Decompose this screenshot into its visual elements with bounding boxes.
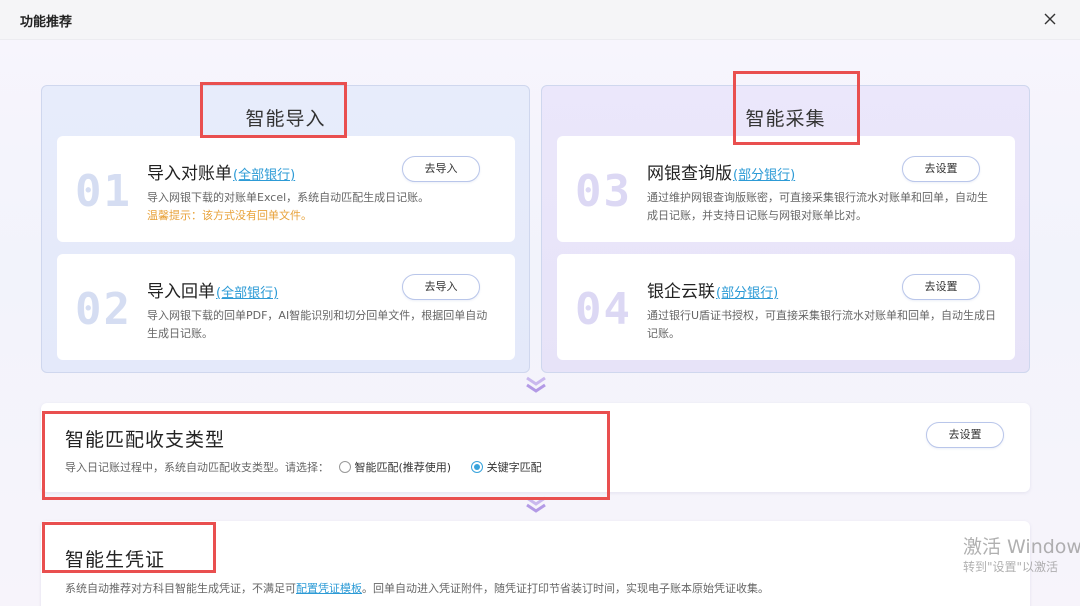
card-title-text: 导入回单 bbox=[147, 282, 215, 302]
smart-collect-title: 智能采集 bbox=[745, 108, 826, 130]
card-desc: 通过银行U盾证书授权，可直接采集银行流水对账单和回单，自动生成日记账。 bbox=[647, 309, 997, 340]
smart-import-group: 智能导入 01 导入对账单(全部银行) 导入网银下载的对账单Excel，系统自动… bbox=[41, 85, 530, 373]
card-title: 导入对账单(全部银行) bbox=[147, 159, 295, 184]
smart-voucher-title: 智能生凭证 bbox=[65, 549, 166, 571]
dialog-titlebar: 功能推荐 bbox=[0, 0, 1080, 40]
all-banks-link[interactable]: (全部银行) bbox=[216, 286, 278, 301]
card-warning: 温馨提示：该方式没有回单文件。 bbox=[147, 209, 312, 222]
smart-voucher-desc: 系统自动推荐对方科目智能生成凭证，不满足可配置凭证模板。回单自动进入凭证附件，随… bbox=[65, 580, 769, 596]
card-number: 03 bbox=[575, 166, 632, 217]
smart-import-title: 智能导入 bbox=[245, 108, 326, 130]
smart-match-panel: 智能匹配收支类型 导入日记账过程中，系统自动匹配收支类型。请选择： 智能匹配(推… bbox=[41, 403, 1030, 492]
smart-match-radio[interactable] bbox=[338, 461, 351, 473]
partial-banks-link[interactable]: (部分银行) bbox=[733, 168, 795, 183]
card-title: 网银查询版(部分银行) bbox=[647, 159, 795, 184]
card-title-text: 导入对账单 bbox=[147, 164, 232, 184]
smart-collect-group: 智能采集 03 网银查询版(部分银行) 通过维护网银查询版账密，可直接采集银行流… bbox=[541, 85, 1030, 373]
voucher-desc-text: 系统自动推荐对方科目智能生成凭证，不满足可 bbox=[65, 582, 296, 595]
smart-match-desc: 导入日记账过程中，系统自动匹配收支类型。请选择： 智能匹配(推荐使用) 关键字匹… bbox=[65, 459, 552, 475]
keyword-match-option-label[interactable]: 关键字匹配 bbox=[487, 461, 542, 474]
card-title-text: 网银查询版 bbox=[647, 164, 732, 184]
bank-link-setup-button[interactable]: 去设置 bbox=[902, 274, 980, 300]
card-number: 04 bbox=[575, 284, 632, 335]
import-statement-button[interactable]: 去导入 bbox=[402, 156, 480, 182]
dialog-content: 智能导入 01 导入对账单(全部银行) 导入网银下载的对账单Excel，系统自动… bbox=[0, 40, 1080, 606]
smart-match-title: 智能匹配收支类型 bbox=[65, 429, 226, 451]
card-desc-text: 导入网银下载的对账单Excel，系统自动匹配生成日记账。 bbox=[147, 191, 430, 204]
card-title: 导入回单(全部银行) bbox=[147, 277, 278, 302]
card-number: 02 bbox=[75, 284, 132, 335]
match-setup-button[interactable]: 去设置 bbox=[926, 422, 1004, 448]
activation-watermark-line1: 激活 Window bbox=[963, 536, 1080, 558]
card-number: 01 bbox=[75, 166, 132, 217]
card-desc: 导入网银下载的对账单Excel，系统自动匹配生成日记账。 温馨提示：该方式没有回… bbox=[147, 189, 497, 225]
card-desc: 导入网银下载的回单PDF，AI智能识别和切分回单文件，根据回单自动生成日记账。 bbox=[147, 309, 488, 340]
dialog-title: 功能推荐 bbox=[20, 15, 73, 30]
keyword-match-radio[interactable] bbox=[470, 461, 483, 473]
import-receipt-button[interactable]: 去导入 bbox=[402, 274, 480, 300]
chevron-down-icon bbox=[526, 376, 546, 393]
smart-voucher-panel: 智能生凭证 系统自动推荐对方科目智能生成凭证，不满足可配置凭证模板。回单自动进入… bbox=[41, 521, 1030, 606]
voucher-desc-text-after: 。回单自动进入凭证附件，随凭证打印节省装订时间，实现电子账本原始凭证收集。 bbox=[362, 582, 769, 595]
activation-watermark-line2: 转到"设置"以激活 bbox=[963, 560, 1059, 574]
card-title-text: 银企云联 bbox=[647, 282, 715, 302]
card-title: 银企云联(部分银行) bbox=[647, 277, 778, 302]
bank-enterprise-link-card: 04 银企云联(部分银行) 通过银行U盾证书授权，可直接采集银行流水对账单和回单… bbox=[557, 254, 1015, 360]
partial-banks-link[interactable]: (部分银行) bbox=[716, 286, 778, 301]
feature-recommend-dialog: 功能推荐 智能导入 01 导入对账单(全部银行) 导入网银下载的对账单Excel… bbox=[0, 0, 1080, 606]
card-desc: 通过维护网银查询版账密，可直接采集银行流水对账单和回单，自动生成日记账，并支持日… bbox=[647, 191, 988, 222]
all-banks-link[interactable]: (全部银行) bbox=[233, 168, 295, 183]
import-statement-card: 01 导入对账单(全部银行) 导入网银下载的对账单Excel，系统自动匹配生成日… bbox=[57, 136, 515, 242]
online-bank-query-card: 03 网银查询版(部分银行) 通过维护网银查询版账密，可直接采集银行流水对账单和… bbox=[557, 136, 1015, 242]
import-receipt-card: 02 导入回单(全部银行) 导入网银下载的回单PDF，AI智能识别和切分回单文件… bbox=[57, 254, 515, 360]
chevron-down-icon bbox=[526, 496, 546, 513]
close-icon[interactable] bbox=[1042, 11, 1058, 27]
smart-match-option-label[interactable]: 智能匹配(推荐使用) bbox=[355, 461, 452, 474]
config-voucher-template-link[interactable]: 配置凭证模板 bbox=[296, 582, 362, 595]
online-bank-setup-button[interactable]: 去设置 bbox=[902, 156, 980, 182]
smart-match-desc-text: 导入日记账过程中，系统自动匹配收支类型。请选择： bbox=[65, 461, 329, 474]
